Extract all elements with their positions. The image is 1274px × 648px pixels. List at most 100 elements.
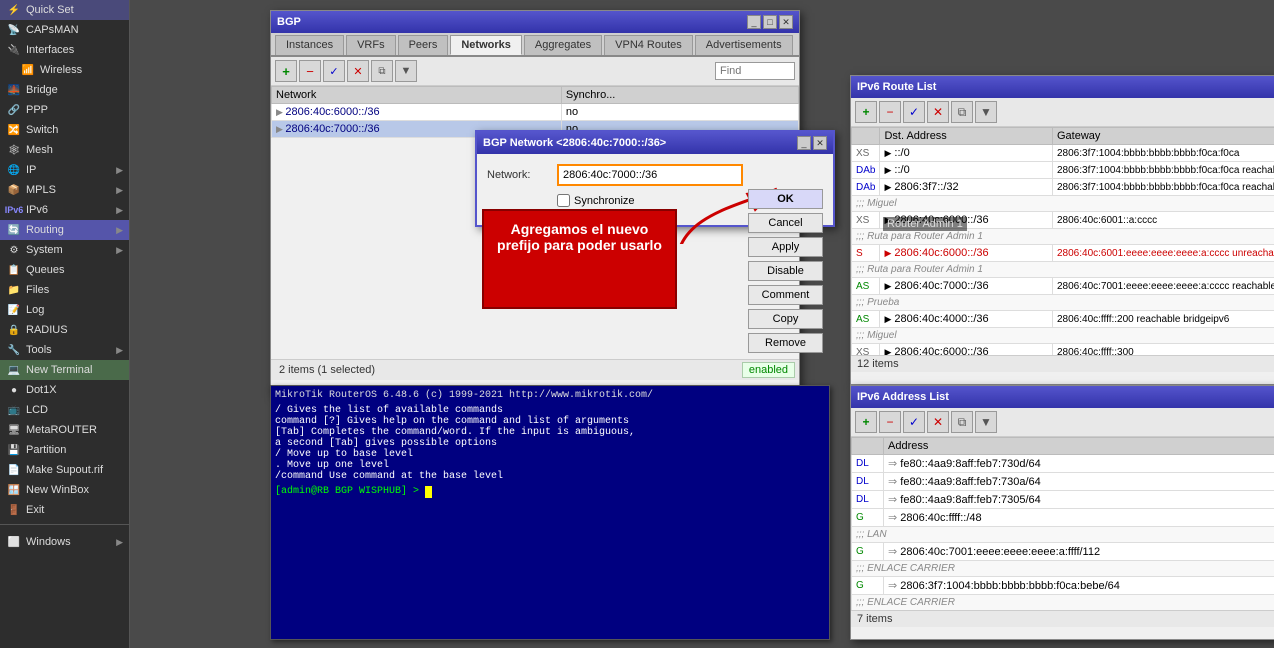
ipv6-remove-btn[interactable]: − — [879, 101, 901, 123]
col-dst[interactable]: Dst. Address — [880, 128, 1053, 145]
filter-button[interactable]: ▼ — [395, 60, 417, 82]
table-row[interactable]: S ▶ 2806:40c:6000::/36 2806:40c:6001:eee… — [852, 245, 1274, 262]
bgp-titlebar[interactable]: BGP _ □ ✕ — [271, 11, 799, 33]
tab-networks[interactable]: Networks — [450, 35, 522, 55]
sidebar-item-partition[interactable]: 💾 Partition — [0, 440, 129, 460]
dialog-close-btn[interactable]: ✕ — [813, 136, 827, 150]
tab-advertisements[interactable]: Advertisements — [695, 35, 793, 55]
bgp-status-bar: 2 items (1 selected) enabled — [271, 359, 799, 380]
sidebar-item-queues[interactable]: 📋 Queues — [0, 260, 129, 280]
disable-button[interactable]: ✕ — [347, 60, 369, 82]
terminal-content[interactable]: MikroTik RouterOS 6.48.6 (c) 1999-2021 h… — [271, 386, 829, 639]
sidebar-item-quick-set[interactable]: ⚡ Quick Set — [0, 0, 129, 20]
addr-add-btn[interactable]: + — [855, 411, 877, 433]
addr-filter-btn[interactable]: ▼ — [975, 411, 997, 433]
col-synchro[interactable]: Synchro... — [561, 87, 798, 104]
sidebar-item-ppp[interactable]: 🔗 PPP — [0, 100, 129, 120]
terminal-window[interactable]: MikroTik RouterOS 6.48.6 (c) 1999-2021 h… — [270, 385, 830, 640]
addr-disable-btn[interactable]: ✕ — [927, 411, 949, 433]
table-row[interactable]: DL ⇒ fe80::4aa9:8aff:feb7:730d/64 — [852, 455, 1274, 473]
apply-button[interactable]: Apply — [748, 237, 823, 257]
addr-remove-btn[interactable]: − — [879, 411, 901, 433]
terminal-prompt-row: [admin@RB BGP WISPHUB] > — [275, 486, 825, 498]
sidebar-item-capsman[interactable]: 📡 CAPsMAN — [0, 20, 129, 40]
bgp-close-btn[interactable]: ✕ — [779, 15, 793, 29]
tab-instances[interactable]: Instances — [275, 35, 344, 55]
sidebar-item-ipv6[interactable]: IPv6 IPv6 ▶ — [0, 200, 129, 220]
sidebar-item-lcd[interactable]: 📺 LCD — [0, 400, 129, 420]
copy-dialog-button[interactable]: Copy — [748, 309, 823, 329]
sidebar-item-interfaces[interactable]: 🔌 Interfaces — [0, 40, 129, 60]
network-field-input[interactable] — [557, 164, 743, 186]
bgp-maximize-btn[interactable]: □ — [763, 15, 777, 29]
col-addr[interactable]: Address — [884, 438, 1274, 455]
copy-button[interactable]: ⧉ — [371, 60, 393, 82]
table-row[interactable]: ▶ 2806:40c:6000::/36 no — [272, 104, 799, 121]
ipv6-filter-btn[interactable]: ▼ — [975, 101, 997, 123]
dialog-titlebar[interactable]: BGP Network <2806:40c:7000::/36> _ ✕ — [477, 132, 833, 154]
table-row[interactable]: DAb ▶ ::/0 2806:3f7:1004:bbbb:bbbb:bbbb:… — [852, 162, 1274, 179]
table-row[interactable]: G ⇒ 2806:40c:7001:eeee:eeee:eeee:a:ffff/… — [852, 543, 1274, 561]
sidebar-item-bridge[interactable]: 🌉 Bridge — [0, 80, 129, 100]
tab-vpn4-routes[interactable]: VPN4 Routes — [604, 35, 693, 55]
disable-dialog-button[interactable]: Disable — [748, 261, 823, 281]
sidebar-item-mpls[interactable]: 📦 MPLS ▶ — [0, 180, 129, 200]
tab-aggregates[interactable]: Aggregates — [524, 35, 602, 55]
sidebar-item-mesh[interactable]: 🕸 Mesh — [0, 140, 129, 160]
cancel-button[interactable]: Cancel — [748, 213, 823, 233]
sidebar-item-switch[interactable]: 🔀 Switch — [0, 120, 129, 140]
sidebar-item-system[interactable]: ⚙ System ▶ — [0, 240, 129, 260]
sidebar-item-files[interactable]: 📁 Files — [0, 280, 129, 300]
sidebar-item-make-supout[interactable]: 📄 Make Supout.rif — [0, 460, 129, 480]
ok-button[interactable]: OK — [748, 189, 823, 209]
sidebar-item-routing[interactable]: 🔄 Routing ▶ — [0, 220, 129, 240]
sidebar-item-radius[interactable]: 🔒 RADIUS — [0, 320, 129, 340]
remove-dialog-button[interactable]: Remove — [748, 333, 823, 353]
sidebar-item-wireless[interactable]: 📶 Wireless — [0, 60, 129, 80]
table-row[interactable]: DL ⇒ fe80::4aa9:8aff:feb7:7305/64 — [852, 491, 1274, 509]
ipv6-icon: IPv6 — [6, 202, 22, 218]
sidebar-item-metarouter[interactable]: 🖥 MetaROUTER — [0, 420, 129, 440]
table-row[interactable]: DAb ▶ 2806:3f7::/32 2806:3f7:1004:bbbb:b… — [852, 179, 1274, 196]
sidebar-item-exit[interactable]: 🚪 Exit — [0, 500, 129, 520]
table-row[interactable]: XS ▶ 2806:40c:6000::/36 2806:40c:ffff::3… — [852, 344, 1274, 356]
bgp-find-input[interactable] — [715, 62, 795, 80]
synchronize-checkbox[interactable] — [557, 194, 570, 207]
ipv6-copy-btn[interactable]: ⧉ — [951, 101, 973, 123]
table-row[interactable]: AS ▶ 2806:40c:7000::/36 2806:40c:7001:ee… — [852, 278, 1274, 295]
ipv6-titlebar[interactable]: IPv6 Route List _ □ ✕ — [851, 76, 1274, 98]
col-gw[interactable]: Gateway — [1053, 128, 1274, 145]
bgp-minimize-btn[interactable]: _ — [747, 15, 761, 29]
addr-enable-btn[interactable]: ✓ — [903, 411, 925, 433]
address-titlebar[interactable]: IPv6 Address List _ □ ✕ — [851, 386, 1274, 408]
sidebar-item-dot1x[interactable]: ● Dot1X — [0, 380, 129, 400]
sidebar-item-new-terminal[interactable]: 💻 New Terminal — [0, 360, 129, 380]
sidebar-item-tools[interactable]: 🔧 Tools ▶ — [0, 340, 129, 360]
comment-button[interactable]: Comment — [748, 285, 823, 305]
table-row[interactable]: DL ⇒ fe80::4aa9:8aff:feb7:730a/64 — [852, 473, 1274, 491]
dialog-minimize-btn[interactable]: _ — [797, 136, 811, 150]
table-row[interactable]: XS ▶ ::/0 2806:3f7:1004:bbbb:bbbb:bbbb:f… — [852, 145, 1274, 162]
sidebar-item-new-winbox[interactable]: 🪟 New WinBox — [0, 480, 129, 500]
sidebar-item-windows[interactable]: ⬜ Windows ▶ — [0, 532, 129, 552]
remove-button[interactable]: − — [299, 60, 321, 82]
ipv6-add-btn[interactable]: + — [855, 101, 877, 123]
tab-vrfs[interactable]: VRFs — [346, 35, 396, 55]
col-network[interactable]: Network — [272, 87, 562, 104]
sidebar-item-ip[interactable]: 🌐 IP ▶ — [0, 160, 129, 180]
table-row[interactable]: AS ▶ 2806:40c:4000::/36 2806:40c:ffff::2… — [852, 311, 1274, 328]
table-row[interactable]: G ⇒ 2806:40c:ffff::/48 — [852, 509, 1274, 527]
ipv6-add-icon: + — [862, 105, 869, 119]
table-row[interactable]: G ⇒ 2806:3f7:1004:bbbb:bbbb:bbbb:f0ca:be… — [852, 577, 1274, 595]
tab-peers[interactable]: Peers — [398, 35, 449, 55]
col-flag[interactable] — [852, 128, 880, 145]
col-addr-flag[interactable] — [852, 438, 884, 455]
ipv6-enable-btn[interactable]: ✓ — [903, 101, 925, 123]
addr-copy-btn[interactable]: ⧉ — [951, 411, 973, 433]
sidebar-item-log[interactable]: 📝 Log — [0, 300, 129, 320]
ipv6-disable-btn[interactable]: ✕ — [927, 101, 949, 123]
enable-button[interactable]: ✓ — [323, 60, 345, 82]
addr-copy-icon: ⧉ — [958, 415, 967, 430]
add-button[interactable]: + — [275, 60, 297, 82]
network-field-label: Network: — [487, 169, 557, 181]
